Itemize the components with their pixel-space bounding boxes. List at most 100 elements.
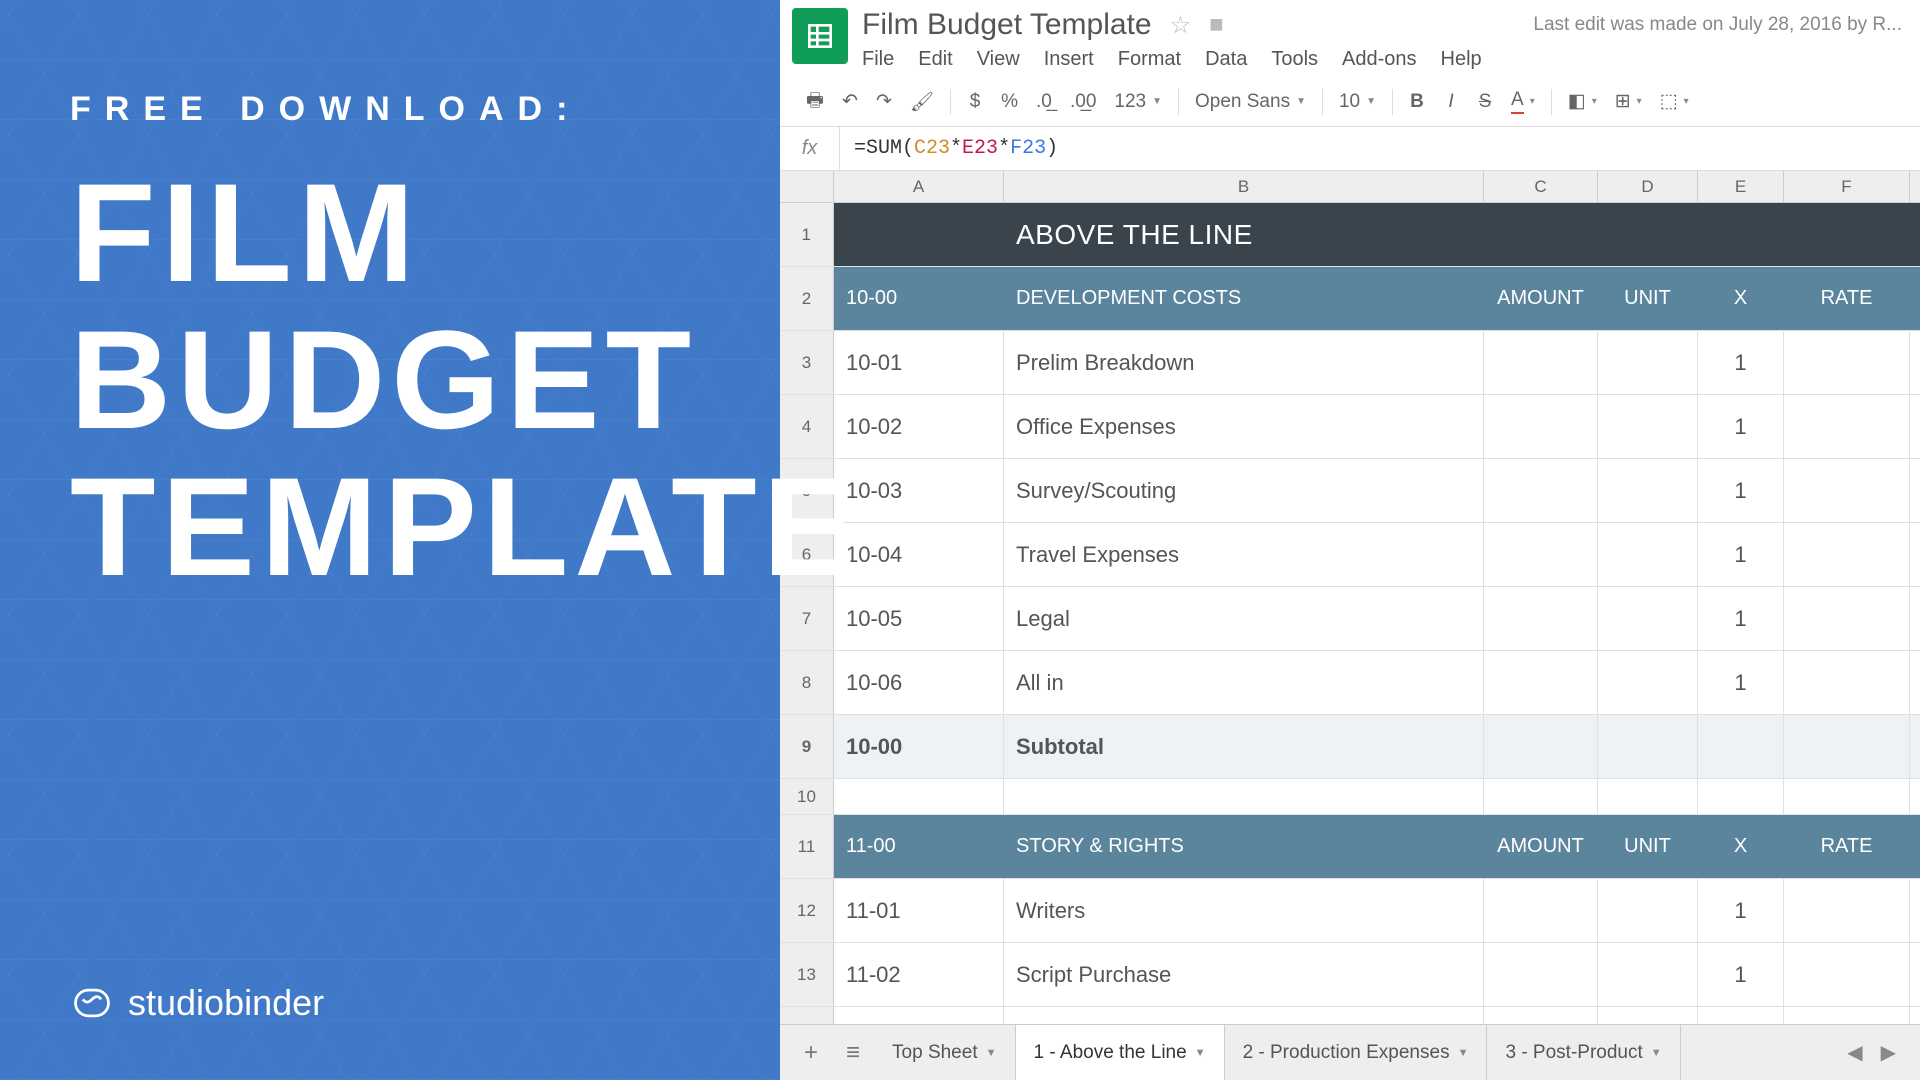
- cell[interactable]: [1598, 203, 1698, 266]
- menu-data[interactable]: Data: [1205, 48, 1247, 71]
- cell[interactable]: [1598, 779, 1698, 814]
- cell[interactable]: [1784, 779, 1910, 814]
- cell[interactable]: 1: [1698, 459, 1784, 522]
- cell[interactable]: [1784, 879, 1910, 942]
- italic-button[interactable]: I: [1437, 87, 1465, 117]
- cell[interactable]: [1598, 395, 1698, 458]
- cell[interactable]: Travel Expenses: [1004, 523, 1484, 586]
- font-family-select[interactable]: Open Sans▼: [1189, 87, 1312, 117]
- decrease-decimal-button[interactable]: .0̲: [1030, 87, 1058, 117]
- sheets-logo-icon[interactable]: [792, 8, 848, 64]
- cell[interactable]: Office Expenses: [1004, 395, 1484, 458]
- cell[interactable]: [1784, 523, 1910, 586]
- cell[interactable]: Writers: [1004, 879, 1484, 942]
- cell[interactable]: 1: [1698, 943, 1784, 1006]
- cell[interactable]: [1784, 203, 1910, 266]
- row-number[interactable]: 8: [780, 651, 834, 714]
- cell[interactable]: AMOUNT: [1484, 815, 1598, 878]
- fx-label[interactable]: fx: [780, 127, 840, 170]
- col-header-d[interactable]: D: [1598, 171, 1698, 202]
- cell[interactable]: Survey/Scouting: [1004, 459, 1484, 522]
- star-icon[interactable]: ☆: [1170, 11, 1192, 40]
- row-number[interactable]: 9: [780, 715, 834, 778]
- print-icon[interactable]: 🖶: [800, 82, 830, 122]
- menu-file[interactable]: File: [862, 48, 894, 71]
- cell[interactable]: Legal: [1004, 587, 1484, 650]
- more-formats-button[interactable]: 123▼: [1108, 87, 1168, 117]
- cell[interactable]: 1: [1698, 331, 1784, 394]
- cell[interactable]: X: [1698, 815, 1784, 878]
- cell[interactable]: 1: [1698, 395, 1784, 458]
- cell[interactable]: [1598, 1007, 1698, 1024]
- cell[interactable]: [1598, 523, 1698, 586]
- col-header-a[interactable]: A: [834, 171, 1004, 202]
- cell[interactable]: [1484, 879, 1598, 942]
- cell[interactable]: [1784, 331, 1910, 394]
- cell[interactable]: [1784, 395, 1910, 458]
- merge-cells-button[interactable]: ⬚▾: [1654, 86, 1695, 117]
- cell[interactable]: [1698, 203, 1784, 266]
- cell[interactable]: Script Purchase: [1004, 943, 1484, 1006]
- cell[interactable]: X: [1698, 267, 1784, 330]
- cell[interactable]: [1484, 1007, 1598, 1024]
- redo-icon[interactable]: ↷: [870, 86, 898, 117]
- menu-tools[interactable]: Tools: [1271, 48, 1318, 71]
- cell[interactable]: UNIT: [1598, 267, 1698, 330]
- cell[interactable]: [1484, 715, 1598, 778]
- cell[interactable]: [1784, 715, 1910, 778]
- cell[interactable]: ABOVE THE LINE: [1004, 203, 1484, 266]
- cell[interactable]: STORY & RIGHTS: [1004, 815, 1484, 878]
- menu-format[interactable]: Format: [1118, 48, 1181, 71]
- col-header-c[interactable]: C: [1484, 171, 1598, 202]
- paint-format-icon[interactable]: 🖌: [904, 86, 940, 118]
- cell[interactable]: 1: [1698, 1007, 1784, 1024]
- cell[interactable]: [1484, 651, 1598, 714]
- bold-button[interactable]: B: [1403, 87, 1431, 117]
- sheet-tab[interactable]: 2 - Production Expenses▼: [1225, 1025, 1488, 1080]
- fill-color-button[interactable]: ◧▾: [1562, 86, 1603, 117]
- cell[interactable]: [1698, 715, 1784, 778]
- menu-help[interactable]: Help: [1441, 48, 1482, 71]
- cell[interactable]: AMOUNT: [1484, 267, 1598, 330]
- sheet-tab[interactable]: 1 - Above the Line▼: [1016, 1025, 1225, 1080]
- all-sheets-button[interactable]: ≡: [832, 1025, 874, 1080]
- col-header-e[interactable]: E: [1698, 171, 1784, 202]
- formula-input[interactable]: =SUM(C23*E23*F23): [840, 137, 1920, 160]
- cell[interactable]: All in: [1004, 651, 1484, 714]
- cell[interactable]: [1598, 651, 1698, 714]
- cell[interactable]: Prelim Breakdown: [1004, 331, 1484, 394]
- cell[interactable]: UNIT: [1598, 815, 1698, 878]
- cell[interactable]: [1484, 779, 1598, 814]
- cell[interactable]: [1484, 459, 1598, 522]
- add-sheet-button[interactable]: +: [790, 1025, 832, 1080]
- sheet-tab[interactable]: 3 - Post-Product▼: [1487, 1025, 1680, 1080]
- document-title[interactable]: Film Budget Template: [862, 8, 1152, 42]
- cell[interactable]: [1698, 779, 1784, 814]
- cell[interactable]: [834, 203, 1004, 266]
- tab-scroll-left-icon[interactable]: ◀: [1847, 1040, 1862, 1065]
- cell[interactable]: 10-00: [834, 715, 1004, 778]
- cell[interactable]: Script Copies: [1004, 1007, 1484, 1024]
- cell[interactable]: [1784, 587, 1910, 650]
- last-edit-text[interactable]: Last edit was made on July 28, 2016 by R…: [1533, 14, 1908, 36]
- cell[interactable]: 1: [1698, 523, 1784, 586]
- borders-button[interactable]: ⊞▾: [1609, 86, 1648, 117]
- cell[interactable]: 10-01: [834, 331, 1004, 394]
- cell[interactable]: 1: [1698, 879, 1784, 942]
- row-number[interactable]: 13: [780, 943, 834, 1006]
- cell[interactable]: [1598, 943, 1698, 1006]
- cell[interactable]: 11-00: [834, 815, 1004, 878]
- cell[interactable]: 11-03: [834, 1007, 1004, 1024]
- cell[interactable]: [1484, 943, 1598, 1006]
- row-number[interactable]: 14: [780, 1007, 834, 1024]
- strikethrough-button[interactable]: S: [1471, 87, 1499, 117]
- undo-icon[interactable]: ↶: [836, 86, 864, 117]
- row-number[interactable]: 10: [780, 779, 834, 814]
- cell[interactable]: 10-06: [834, 651, 1004, 714]
- percent-button[interactable]: %: [995, 87, 1024, 117]
- cell[interactable]: [1784, 459, 1910, 522]
- menu-addons[interactable]: Add-ons: [1342, 48, 1417, 71]
- cell[interactable]: Subtotal: [1004, 715, 1484, 778]
- folder-icon[interactable]: ■: [1209, 11, 1224, 39]
- cell[interactable]: [1598, 459, 1698, 522]
